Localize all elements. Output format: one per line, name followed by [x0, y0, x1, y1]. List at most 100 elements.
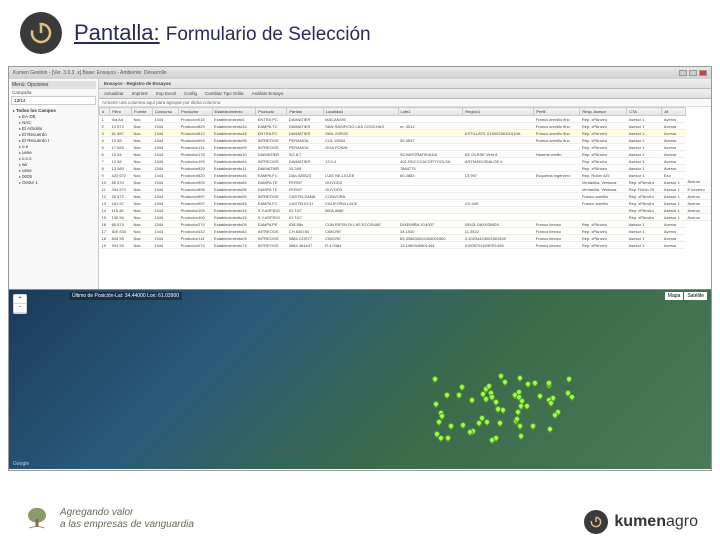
- zoom-in-button[interactable]: +: [14, 295, 26, 303]
- table-cell: CASTELECH: [287, 200, 323, 207]
- map-marker[interactable]: [529, 422, 537, 430]
- table-cell: FERNT: [287, 186, 323, 193]
- campana-select[interactable]: 13/14: [11, 96, 96, 105]
- map[interactable]: + − Último de Posición-Lat: 34.44000 Lon…: [9, 289, 711, 469]
- data-grid[interactable]: #FiltroFuenteConcursoProductorEstablecim…: [99, 107, 711, 289]
- map-marker[interactable]: [568, 393, 576, 401]
- table-row[interactable]: 1065 570Nac1344Productor905Establecimien…: [100, 179, 712, 186]
- table-cell: INTREOOS: [256, 158, 287, 165]
- tree-item[interactable]: Oeste 1: [11, 179, 96, 185]
- table-row[interactable]: 13181 57Nac1344Productor097Establecimien…: [100, 200, 712, 207]
- column-header[interactable]: Localidad: [323, 108, 398, 116]
- map-marker[interactable]: [565, 374, 573, 382]
- table-row[interactable]: 9420 672Nac1344Productor820Establecimien…: [100, 172, 712, 179]
- map-marker[interactable]: [447, 422, 455, 430]
- tab-ensayos[interactable]: Ensayos - Registro de Ensayos: [102, 81, 173, 86]
- close-button[interactable]: [699, 70, 707, 76]
- map-marker[interactable]: [431, 399, 439, 407]
- map-marker[interactable]: [499, 406, 507, 414]
- column-header[interactable]: Filtro: [110, 108, 132, 116]
- table-cell: EAMPA PE: [256, 221, 287, 228]
- table-row[interactable]: 361 587Nac1344Productor612Establecimient…: [100, 130, 712, 137]
- table-cell: Rep. xPAnviro: [627, 207, 662, 214]
- column-header[interactable]: Establecimiento: [212, 108, 256, 116]
- map-marker[interactable]: [516, 422, 524, 430]
- table-cell: 13: [100, 200, 110, 207]
- maximize-button[interactable]: [689, 70, 697, 76]
- column-header[interactable]: Lote1: [398, 108, 463, 116]
- table-cell: Nac: [132, 193, 153, 200]
- column-header[interactable]: #: [100, 108, 110, 116]
- map-marker[interactable]: [468, 396, 476, 404]
- config-button[interactable]: Config: [182, 91, 199, 96]
- table-row[interactable]: 19934 55Nac1344Productor074Establecimien…: [100, 242, 712, 249]
- column-header[interactable]: Af.: [662, 108, 686, 116]
- table-row[interactable]: 14116 48Nac1344Productor109Establecimien…: [100, 207, 712, 214]
- table-cell: INTREOOS: [256, 235, 287, 242]
- map-marker[interactable]: [443, 391, 451, 399]
- map-type-satelite[interactable]: Satélite: [684, 292, 707, 300]
- column-header[interactable]: Región1: [463, 108, 534, 116]
- column-header[interactable]: Perfil: [534, 108, 580, 116]
- table-cell: Rep. xPAnviro: [627, 214, 662, 221]
- map-marker[interactable]: [437, 434, 445, 442]
- column-header[interactable]: Concurso: [152, 108, 178, 116]
- refresh-button[interactable]: Actualizar: [102, 91, 126, 96]
- map-marker[interactable]: [545, 425, 553, 433]
- map-marker[interactable]: [524, 380, 532, 388]
- table-row[interactable]: 1665 574Nac1344Productor274Establecimien…: [100, 221, 712, 228]
- table-cell: Asesor 1: [662, 207, 686, 214]
- map-marker[interactable]: [458, 421, 466, 429]
- table-cell: 17 583: [110, 144, 132, 151]
- excel-button[interactable]: Exp Excel: [154, 91, 178, 96]
- table-cell: 13 58: [110, 158, 132, 165]
- table-cell: Productor074: [179, 242, 212, 249]
- map-marker[interactable]: [458, 383, 466, 391]
- column-header[interactable]: Partido: [287, 108, 323, 116]
- column-header[interactable]: Resp. Asesor: [580, 108, 627, 116]
- table-cell: [534, 200, 580, 207]
- column-header[interactable]: CTA: [627, 108, 662, 116]
- table-cell: Franco limoso: [534, 242, 580, 249]
- map-marker[interactable]: [443, 434, 451, 442]
- zoom-out-button[interactable]: −: [14, 304, 26, 312]
- table-cell: Establecimiento56: [212, 186, 256, 193]
- map-marker[interactable]: [431, 374, 439, 382]
- table-cell: Franco arenillo: [580, 200, 627, 207]
- cambiar-button[interactable]: Cambiar Tipo Grilla: [203, 91, 246, 96]
- table-row[interactable]: 1Via AdNac1344Productor015Establecimient…: [100, 116, 712, 123]
- table-row[interactable]: 17IDE 834Nac1344Productor032Establecimie…: [100, 228, 712, 235]
- table-cell: Averos: [662, 123, 686, 130]
- table-cell: Establecimiento82: [212, 228, 256, 235]
- table-cell: DAMPA TE: [256, 186, 287, 193]
- table-cell: 1344: [152, 186, 178, 193]
- table-row[interactable]: 18834 55Nac1344Productor114Establecimien…: [100, 235, 712, 242]
- table-cell: 8: [100, 165, 110, 172]
- minimize-button[interactable]: [679, 70, 687, 76]
- table-cell: Via Ad: [110, 116, 132, 123]
- map-marker[interactable]: [517, 431, 525, 439]
- column-header[interactable]: Fuente: [132, 108, 153, 116]
- map-marker[interactable]: [496, 419, 504, 427]
- table-row[interactable]: 615 54Nac1344Productor178Establecimiento…: [100, 151, 712, 158]
- table-cell: INTREOOS: [256, 144, 287, 151]
- map-type-mapa[interactable]: Mapa: [665, 292, 684, 300]
- map-marker[interactable]: [454, 390, 462, 398]
- column-header[interactable]: Producto: [256, 108, 287, 116]
- print-button[interactable]: Imprimir: [130, 91, 150, 96]
- map-marker[interactable]: [515, 374, 523, 382]
- table-cell: Rep. xPAnviro: [580, 130, 627, 137]
- map-marker[interactable]: [530, 379, 538, 387]
- table-row[interactable]: 1226 572Nac1344Productor597Establecimien…: [100, 193, 712, 200]
- map-marker[interactable]: [536, 392, 544, 400]
- analizar-button[interactable]: Análisis Ensayo: [250, 91, 286, 96]
- table-row[interactable]: 413 58Nac1344Productor093Establecimiento…: [100, 137, 712, 144]
- table-cell: CUN RIFSN DI LAS ECOSVAE: [323, 221, 398, 228]
- table-row[interactable]: 813 583Nac1344Productor929Establecimient…: [100, 165, 712, 172]
- table-row[interactable]: 517 583Nac1344Productor131Establecimient…: [100, 144, 712, 151]
- table-row[interactable]: 11334 572Nac1344Productor898Establecimie…: [100, 186, 712, 193]
- table-row[interactable]: 213 572Nac1344Productor829Establecimient…: [100, 123, 712, 130]
- table-row[interactable]: 15135 56Nac1344Productor400Establecimien…: [100, 214, 712, 221]
- column-header[interactable]: Productor: [179, 108, 212, 116]
- table-row[interactable]: 713 58Nac1344Productor199Establecimiento…: [100, 158, 712, 165]
